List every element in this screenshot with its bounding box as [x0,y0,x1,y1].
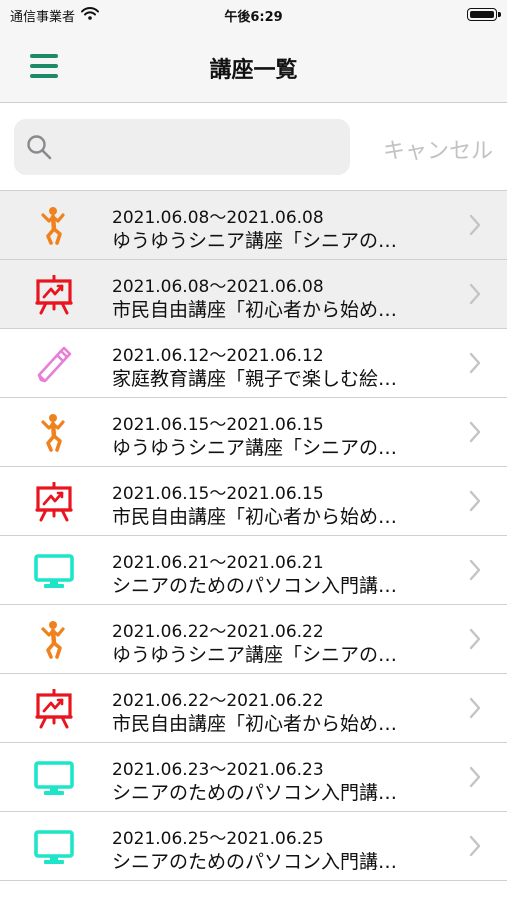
course-title: 市民自由講座「初心者から始め… [112,713,398,735]
course-row[interactable]: 2021.06.15～2021.06.15 市民自由講座「初心者から始め… [0,466,507,535]
chevron-right-icon [469,697,481,723]
easel-icon [34,481,74,522]
runner-icon [34,413,74,453]
runner-icon [34,620,74,660]
chevron-right-icon [469,835,481,861]
course-row[interactable]: 2021.06.12～2021.06.12 家庭教育講座「親子で楽しむ絵… [0,328,507,397]
list-divider [0,880,507,882]
course-title: シニアのためのパソコン入門講… [112,575,398,597]
course-title: ゆうゆうシニア講座「シニアの… [112,437,398,459]
search-area: キャンセル [0,103,507,190]
course-title: シニアのためのパソコン入門講… [112,782,398,804]
page-title: 講座一覧 [209,58,298,83]
course-row[interactable]: 2021.06.25～2021.06.25 シニアのためのパソコン入門講… [0,811,507,880]
course-row[interactable]: 2021.06.22～2021.06.22 市民自由講座「初心者から始め… [0,673,507,742]
cancel-button[interactable]: キャンセル [383,133,493,165]
status-time: 午後6:29 [224,10,283,25]
chevron-right-icon [469,766,481,792]
course-date: 2021.06.08～2021.06.08 [112,208,324,228]
status-bar: 通信事業者 午後6:29 [0,0,507,30]
search-icon [26,134,52,164]
course-date: 2021.06.15～2021.06.15 [112,484,324,504]
course-date: 2021.06.12～2021.06.12 [112,346,324,366]
course-date: 2021.06.22～2021.06.22 [112,622,324,642]
course-row[interactable]: 2021.06.15～2021.06.15 ゆうゆうシニア講座「シニアの… [0,397,507,466]
chevron-right-icon [469,490,481,516]
course-row[interactable]: 2021.06.22～2021.06.22 ゆうゆうシニア講座「シニアの… [0,604,507,673]
pencil-icon [34,344,74,384]
monitor-icon [34,827,74,867]
chevron-right-icon [469,421,481,447]
course-row[interactable]: 2021.06.08～2021.06.08 ゆうゆうシニア講座「シニアの… [0,190,507,259]
course-date: 2021.06.22～2021.06.22 [112,691,324,711]
monitor-icon [34,551,74,591]
monitor-icon [34,758,74,798]
chevron-right-icon [469,283,481,309]
chevron-right-icon [469,559,481,585]
battery-icon [467,8,501,21]
course-row[interactable]: 2021.06.23～2021.06.23 シニアのためのパソコン入門講… [0,742,507,811]
easel-icon [34,274,74,315]
course-list: 2021.06.08～2021.06.08 ゆうゆうシニア講座「シニアの… 202… [0,190,507,882]
course-date: 2021.06.25～2021.06.25 [112,829,324,849]
runner-icon [34,206,74,246]
easel-icon [34,688,74,729]
navigation-bar: 講座一覧 [0,30,507,103]
course-title: 家庭教育講座「親子で楽しむ絵… [112,368,398,390]
chevron-right-icon [469,628,481,654]
course-date: 2021.06.23～2021.06.23 [112,760,324,780]
course-row[interactable]: 2021.06.21～2021.06.21 シニアのためのパソコン入門講… [0,535,507,604]
course-date: 2021.06.15～2021.06.15 [112,415,324,435]
course-title: ゆうゆうシニア講座「シニアの… [112,230,398,252]
search-input[interactable] [62,129,346,167]
course-title: 市民自由講座「初心者から始め… [112,299,398,321]
course-date: 2021.06.08～2021.06.08 [112,277,324,297]
chevron-right-icon [469,214,481,240]
course-title: ゆうゆうシニア講座「シニアの… [112,644,398,666]
course-date: 2021.06.21～2021.06.21 [112,553,324,573]
search-box[interactable] [14,119,350,175]
course-row[interactable]: 2021.06.08～2021.06.08 市民自由講座「初心者から始め… [0,259,507,328]
course-title: シニアのためのパソコン入門講… [112,851,398,873]
chevron-right-icon [469,352,481,378]
course-title: 市民自由講座「初心者から始め… [112,506,398,528]
